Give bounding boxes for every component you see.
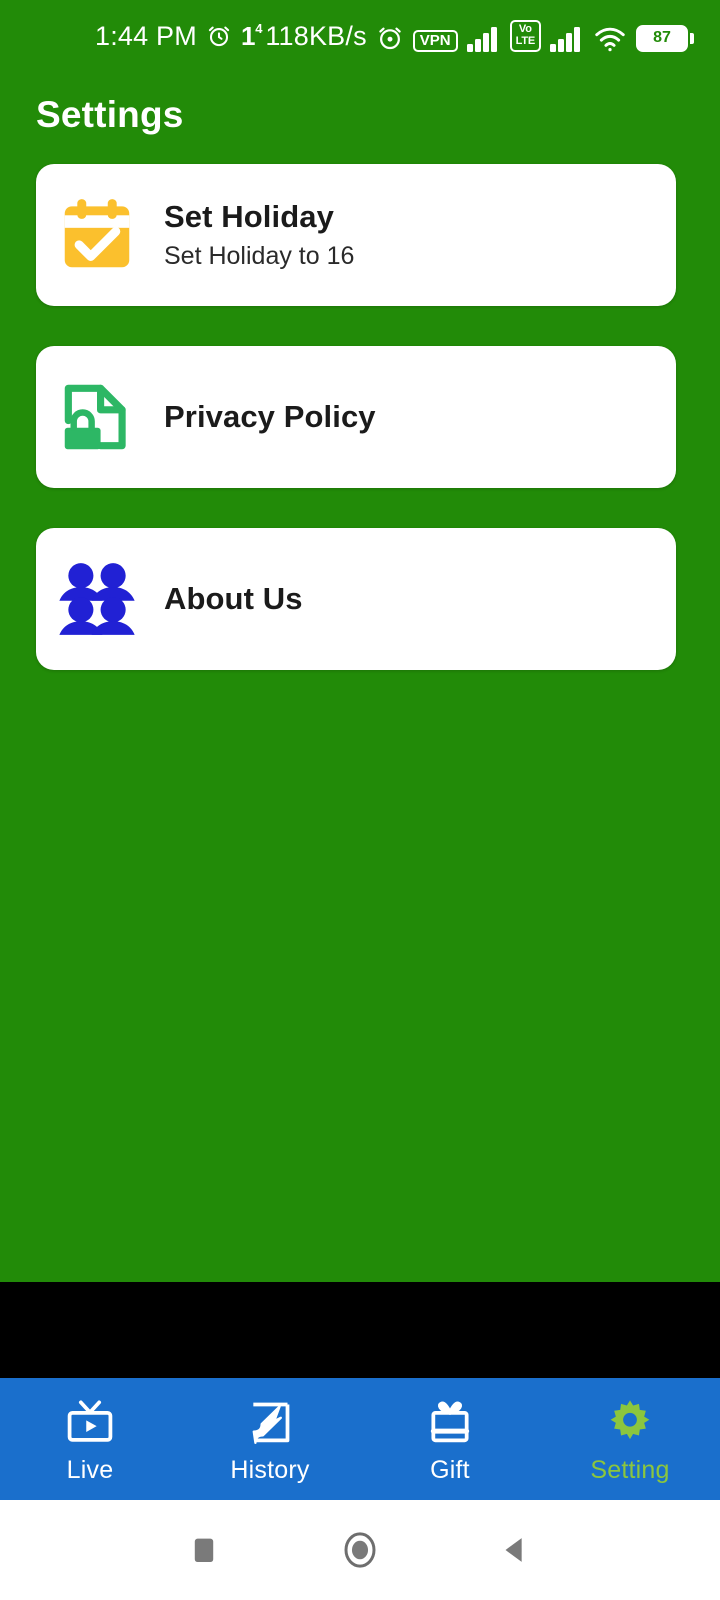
home-circle-icon[interactable] — [339, 1529, 381, 1571]
android-system-nav — [0, 1500, 720, 1600]
battery-level: 87 — [638, 26, 686, 50]
signal-bars-icon — [466, 26, 501, 52]
setting-item-privacy-policy[interactable]: Privacy Policy — [36, 346, 676, 488]
nav-label: Setting — [590, 1455, 670, 1484]
bottom-navigation-bar: Live History Gift Setting — [0, 1378, 720, 1500]
nav-item-live[interactable]: Live — [0, 1378, 180, 1500]
gear-icon — [605, 1394, 655, 1450]
back-triangle-icon[interactable] — [499, 1533, 533, 1567]
settings-list: Set Holiday Set Holiday to 16 Privacy Po… — [0, 164, 720, 670]
setting-item-text: Set Holiday Set Holiday to 16 — [164, 198, 354, 272]
status-time: 1:44 PM — [95, 20, 197, 51]
gift-icon — [425, 1394, 475, 1450]
document-lock-icon — [52, 372, 142, 462]
status-bar-left: 1:44 PM 14 — [95, 21, 262, 52]
setting-item-text: Privacy Policy — [164, 398, 376, 437]
setting-item-set-holiday[interactable]: Set Holiday Set Holiday to 16 — [36, 164, 676, 306]
history-icon — [245, 1394, 295, 1450]
setting-item-title: Privacy Policy — [164, 398, 376, 434]
people-group-icon — [52, 554, 142, 644]
status-bar: 1:44 PM 14 118KB/s VPN Vo LTE 87 — [0, 0, 720, 72]
nav-item-gift[interactable]: Gift — [360, 1378, 540, 1500]
setting-item-title: Set Holiday — [164, 198, 334, 234]
ad-banner-placeholder[interactable] — [0, 1282, 720, 1378]
recents-square-icon[interactable] — [187, 1533, 221, 1567]
nav-label: Live — [66, 1455, 114, 1484]
tv-play-icon — [65, 1394, 115, 1450]
nav-label: History — [230, 1455, 310, 1484]
notification-count: 14 — [240, 20, 263, 51]
network-speed: 118KB/s — [265, 20, 367, 51]
clock-icon — [376, 24, 404, 52]
nav-item-history[interactable]: History — [180, 1378, 360, 1500]
status-bar-right: 118KB/s VPN Vo LTE 87 — [265, 20, 694, 52]
wifi-icon — [593, 25, 627, 52]
setting-item-text: About Us — [164, 580, 303, 619]
battery-indicator: 87 — [636, 24, 694, 52]
signal-bars-icon — [550, 26, 584, 52]
nav-label: Gift — [430, 1455, 470, 1484]
alarm-clock-icon — [206, 23, 232, 49]
nav-item-setting[interactable]: Setting — [540, 1378, 720, 1500]
calendar-check-icon — [52, 190, 142, 280]
content-filler — [0, 670, 720, 1282]
phone-screen: 1:44 PM 14 118KB/s VPN Vo LTE 87 Setting… — [0, 0, 720, 1600]
setting-item-subtitle: Set Holiday to 16 — [164, 241, 355, 270]
vpn-badge: VPN — [412, 29, 458, 52]
volte-badge: Vo LTE — [509, 20, 541, 52]
setting-item-about-us[interactable]: About Us — [36, 528, 676, 670]
page-title: Settings — [36, 94, 184, 135]
setting-item-title: About Us — [164, 580, 303, 616]
